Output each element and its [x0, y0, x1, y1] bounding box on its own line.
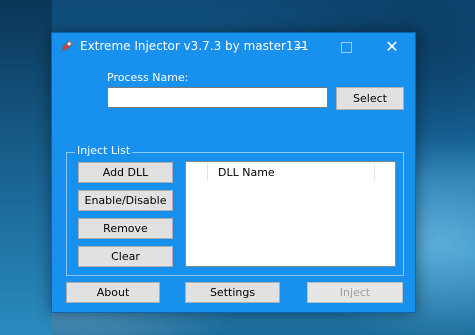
- dll-list[interactable]: DLL Name: [185, 161, 396, 267]
- syringe-icon: [60, 39, 74, 53]
- add-dll-button[interactable]: Add DLL: [78, 162, 173, 183]
- select-process-button[interactable]: Select: [336, 87, 404, 110]
- dll-name-column-header[interactable]: DLL Name: [218, 166, 275, 179]
- clear-button[interactable]: Clear: [78, 246, 173, 267]
- maximize-icon: [340, 41, 352, 53]
- inject-list-title: Inject List: [75, 144, 133, 157]
- settings-button[interactable]: Settings: [185, 282, 280, 303]
- injector-window: Extreme Injector v3.7.3 by master131 ✕ P…: [51, 32, 416, 313]
- minimize-icon: [295, 46, 305, 48]
- maximize-button: [323, 33, 369, 61]
- enable-disable-button[interactable]: Enable/Disable: [78, 190, 173, 211]
- window-title: Extreme Injector v3.7.3 by master131: [80, 39, 309, 53]
- close-icon: ✕: [385, 37, 399, 56]
- desktop-background: [0, 0, 52, 335]
- close-button[interactable]: ✕: [369, 33, 415, 61]
- column-divider[interactable]: [374, 163, 375, 181]
- about-button[interactable]: About: [66, 282, 160, 303]
- dll-list-header: DLL Name: [186, 162, 395, 184]
- process-name-input[interactable]: [107, 87, 328, 108]
- column-divider[interactable]: [207, 163, 208, 181]
- process-name-label: Process Name:: [107, 71, 189, 84]
- title-bar[interactable]: Extreme Injector v3.7.3 by master131 ✕: [52, 33, 415, 61]
- minimize-button[interactable]: [277, 33, 323, 61]
- remove-button[interactable]: Remove: [78, 218, 173, 239]
- inject-button: Inject: [307, 282, 403, 303]
